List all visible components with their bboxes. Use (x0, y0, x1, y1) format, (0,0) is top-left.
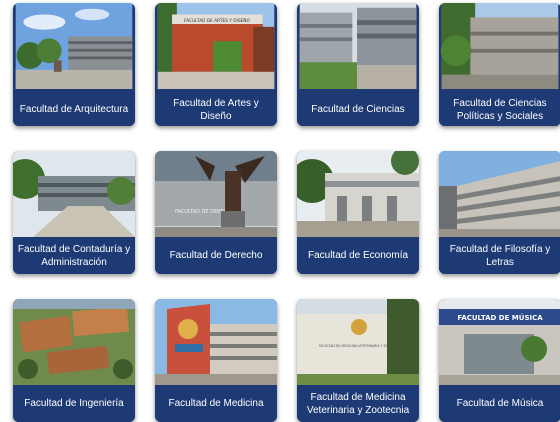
faculty-name: Facultad de Filosofía y Letras (439, 237, 560, 274)
faculty-card-musica[interactable]: FACULTAD DE MÚSICA Facultad de Música (439, 299, 560, 422)
faculty-card-arquitectura[interactable]: Facultad de Arquitectura (13, 3, 135, 126)
building-photo (439, 151, 560, 237)
faculty-card-contaduria[interactable]: Facultad de Contaduría y Administración (13, 151, 135, 274)
faculty-name: Facultad de Derecho (155, 237, 277, 274)
faculty-card-ciencias[interactable]: Facultad de Ciencias (297, 3, 419, 126)
faculty-card-filosofia-letras[interactable]: Facultad de Filosofía y Letras (439, 151, 560, 274)
mural-building-photo (155, 299, 277, 385)
building-photo: FACULTAD DE ARTES Y DISEÑO (155, 3, 277, 93)
faculty-grid: Facultad de Arquitectura FACULTAD DE ART… (0, 0, 560, 422)
faculty-name: Facultad de Economía (297, 237, 419, 274)
faculty-name: Facultad de Música (439, 385, 560, 422)
building-photo (13, 151, 135, 237)
faculty-name: Facultad de Ciencias (297, 93, 419, 126)
faculty-name: Facultad de Medicina (155, 385, 277, 422)
faculty-name: Facultad de Arquitectura (13, 93, 135, 126)
faculty-card-derecho[interactable]: FACULTAD DE DERECHO Facultad de Derecho (155, 151, 277, 274)
building-photo: FACULTAD DE MÚSICA (439, 299, 560, 385)
faculty-card-medicina[interactable]: Facultad de Medicina (155, 299, 277, 422)
faculty-card-ingenieria[interactable]: Facultad de Ingeniería (13, 299, 135, 422)
faculty-card-economia[interactable]: Facultad de Economía (297, 151, 419, 274)
faculty-name: Facultad de Contaduría y Administración (13, 237, 135, 274)
faculty-name: Facultad de Medicina Veterinaria y Zoote… (297, 385, 419, 422)
eagle-sculpture-photo: FACULTAD DE DERECHO (155, 151, 277, 237)
faculty-name: Facultad de Artes y Diseño (155, 93, 277, 126)
building-photo (439, 3, 560, 93)
faculty-card-artes-diseno[interactable]: FACULTAD DE ARTES Y DISEÑO Facultad de A… (155, 3, 277, 126)
building-photo (13, 3, 135, 93)
building-sign: FACULTAD DE MÚSICA (457, 313, 543, 322)
faculty-card-veterinaria[interactable]: FACULTAD DE MEDICINA VETERINARIA Y ZOOTE… (297, 299, 419, 422)
building-photo (297, 151, 419, 237)
faculty-name: Facultad de Ciencias Políticas y Sociale… (439, 93, 560, 126)
building-photo: FACULTAD DE MEDICINA VETERINARIA Y ZOOTE… (297, 299, 419, 385)
aerial-campus-photo (13, 299, 135, 385)
faculty-card-ciencias-politicas[interactable]: Facultad de Ciencias Políticas y Sociale… (439, 3, 560, 126)
faculty-name: Facultad de Ingeniería (13, 385, 135, 422)
building-photo (297, 3, 419, 93)
